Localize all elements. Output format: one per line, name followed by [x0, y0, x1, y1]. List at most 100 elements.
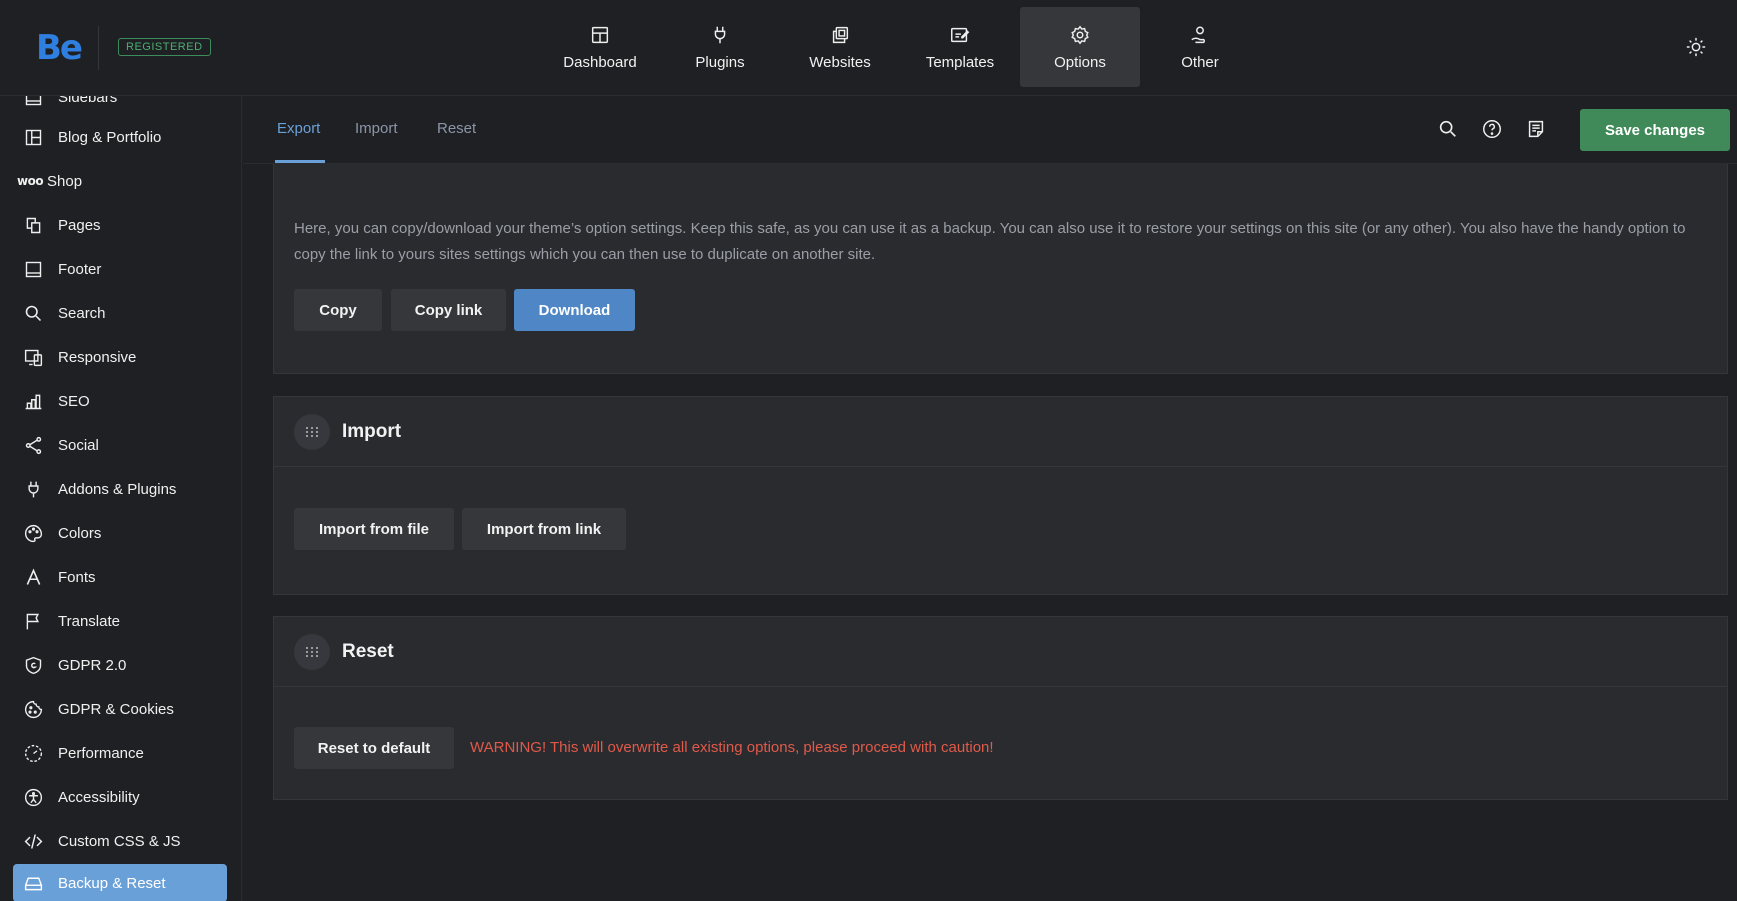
search-icon	[25, 305, 42, 321]
tab-import[interactable]: Import	[355, 120, 398, 137]
nav-other-label: Other	[1181, 53, 1219, 71]
sidebar-item-label: Addons & Plugins	[58, 480, 177, 498]
sidebar-item-accessibility[interactable]: Accessibility	[13, 778, 227, 816]
tab-export[interactable]: Export	[277, 120, 320, 137]
export-description: Here, you can copy/download your theme’s…	[294, 220, 1686, 263]
sidebar-item-fonts[interactable]: Fonts	[13, 558, 227, 596]
sidebar-item-footer[interactable]: Footer	[13, 250, 227, 288]
copy-link-button[interactable]: Copy link	[391, 289, 506, 331]
main-content: Export Import Reset Save changes Here, y…	[243, 96, 1737, 901]
sidebar-item-social[interactable]: Social	[13, 426, 227, 464]
import-panel: Import Import from file Import from link	[273, 396, 1728, 595]
sidebar-item-gdpr-cookies[interactable]: GDPR & Cookies	[13, 690, 227, 728]
be-logo[interactable]: Be	[36, 28, 83, 68]
sun-icon[interactable]	[1685, 36, 1707, 58]
cookie-icon	[24, 700, 43, 718]
sidebar-item-label: GDPR & Cookies	[58, 700, 174, 718]
responsive-icon	[24, 349, 43, 366]
reset-panel: Reset Reset to default WARNING! This wil…	[273, 616, 1728, 800]
sidebar-item-gdpr-2[interactable]: GDPR 2.0	[13, 646, 227, 684]
accessibility-icon	[24, 788, 43, 806]
sidebar-item-shop[interactable]: woo Shop	[13, 162, 227, 200]
nav-plugins[interactable]: Plugins	[660, 7, 780, 87]
sidebar-item-label: Backup & Reset	[58, 874, 166, 892]
drag-handle-icon[interactable]	[294, 413, 330, 450]
sidebar-item-blog-portfolio[interactable]: Blog & Portfolio	[13, 118, 227, 156]
import-from-link-button[interactable]: Import from link	[462, 508, 626, 550]
sidebar-item-label: Responsive	[58, 348, 137, 366]
nav-dashboard-label: Dashboard	[563, 53, 637, 71]
nav-websites-label: Websites	[809, 53, 871, 71]
download-button[interactable]: Download	[514, 289, 635, 331]
active-tab-indicator	[275, 160, 325, 163]
sidebar-item-label: Blog & Portfolio	[58, 128, 162, 146]
sidebar-item-label: Sidebars	[58, 96, 118, 106]
code-icon	[24, 833, 43, 849]
sidebar-item-label: Social	[58, 436, 99, 454]
websites-icon	[832, 26, 849, 43]
sidebar-item-label: GDPR 2.0	[58, 656, 127, 674]
sidebar-item-colors[interactable]: Colors	[13, 514, 227, 552]
sidebar-item-pages[interactable]: Pages	[13, 206, 227, 244]
main-nav: Dashboard Plugins Websites Templates Opt…	[540, 7, 1260, 87]
backup-icon	[24, 877, 43, 890]
reset-warning-text: WARNING! This will overwrite all existin…	[470, 739, 994, 756]
sidebar-item-translate[interactable]: Translate	[13, 602, 227, 640]
sidebar-item-label: Performance	[58, 744, 144, 762]
sidebar-item-label: Accessibility	[58, 788, 140, 806]
sidebar-item-label: Shop	[47, 172, 83, 190]
sidebar-item-label: SEO	[58, 392, 90, 410]
sidebar-item-label: Fonts	[58, 568, 96, 586]
sidebar-item-label: Custom CSS & JS	[58, 832, 181, 850]
reset-to-default-button[interactable]: Reset to default	[294, 727, 454, 769]
font-icon	[26, 568, 41, 585]
nav-templates[interactable]: Templates	[900, 7, 1020, 87]
import-panel-header: Import	[274, 397, 1727, 467]
sidebars-icon	[25, 96, 42, 105]
search-icon[interactable]	[1437, 118, 1459, 140]
sidebar-item-responsive[interactable]: Responsive	[13, 338, 227, 376]
sidebar-item-seo[interactable]: SEO	[13, 382, 227, 420]
nav-other[interactable]: Other	[1140, 7, 1260, 87]
shield-icon	[25, 656, 42, 674]
sidebar-item-label: Footer	[58, 260, 102, 278]
logo-divider	[98, 26, 99, 70]
nav-plugins-label: Plugins	[695, 53, 745, 71]
woo-icon: woo	[17, 174, 44, 188]
drag-handle-icon[interactable]	[294, 633, 330, 670]
registered-badge: REGISTERED	[118, 38, 211, 56]
pages-icon	[26, 217, 41, 233]
copy-button[interactable]: Copy	[294, 289, 382, 331]
save-changes-button[interactable]: Save changes	[1580, 109, 1730, 151]
help-icon[interactable]	[1481, 118, 1503, 140]
tab-reset[interactable]: Reset	[437, 120, 476, 137]
import-from-file-button[interactable]: Import from file	[294, 508, 454, 550]
nav-websites[interactable]: Websites	[780, 7, 900, 87]
user-hand-icon	[1191, 25, 1206, 43]
reset-panel-header: Reset	[274, 617, 1727, 687]
notes-icon[interactable]	[1525, 118, 1547, 140]
palette-icon	[25, 524, 43, 542]
sidebar-item-sidebars[interactable]: Sidebars	[13, 96, 227, 116]
share-icon	[25, 436, 42, 454]
sub-toolbar: Export Import Reset Save changes	[243, 96, 1737, 164]
import-panel-title: Import	[342, 420, 402, 442]
sidebar-item-custom-css-js[interactable]: Custom CSS & JS	[13, 822, 227, 860]
plug-icon	[714, 26, 726, 43]
export-panel: Here, you can copy/download your theme’s…	[273, 164, 1728, 374]
flag-icon	[26, 613, 40, 629]
performance-icon	[24, 744, 43, 762]
gear-icon	[1071, 25, 1089, 44]
sidebar-item-search[interactable]: Search	[13, 294, 227, 332]
sidebar-item-label: Translate	[58, 612, 120, 630]
reset-panel-title: Reset	[342, 640, 394, 662]
nav-dashboard[interactable]: Dashboard	[540, 7, 660, 87]
sidebar-item-label: Pages	[58, 216, 101, 234]
sidebar-item-backup-reset[interactable]: Backup & Reset	[13, 864, 227, 901]
chart-icon	[25, 394, 42, 409]
nav-options[interactable]: Options	[1020, 7, 1140, 87]
top-bar: Be REGISTERED Dashboard Plugins Websites…	[0, 0, 1737, 96]
sidebar-item-addons-plugins[interactable]: Addons & Plugins	[13, 470, 227, 508]
sidebar-item-performance[interactable]: Performance	[13, 734, 227, 772]
nav-templates-label: Templates	[925, 53, 995, 71]
